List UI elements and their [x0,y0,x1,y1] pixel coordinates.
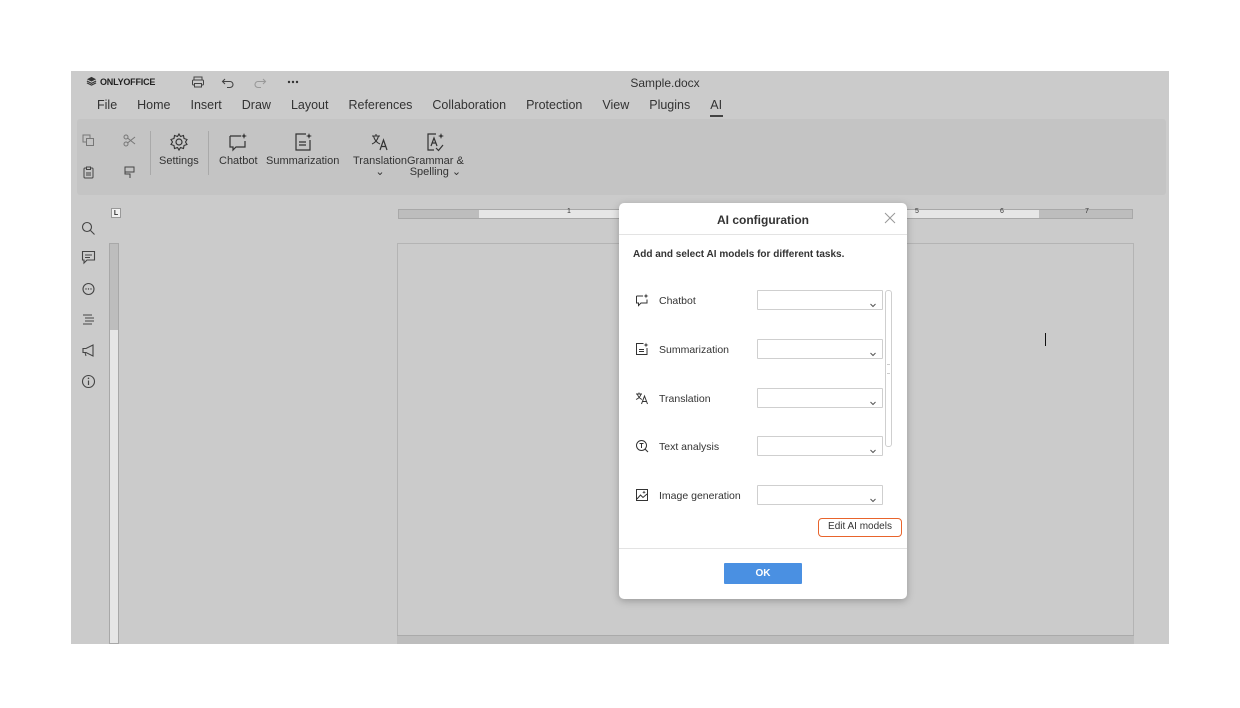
document-title: Sample.docx [630,76,700,90]
model-row-chatbot: Chatbot [633,290,889,312]
model-row-translation: Translation [633,388,889,410]
tab-stop-selector[interactable]: L [111,208,121,218]
text-cursor [1045,333,1046,346]
edit-ai-models-button[interactable]: Edit AI models [818,518,902,537]
model-row-summarization: Summarization [633,339,889,361]
tab-layout[interactable]: Layout [281,98,339,112]
tab-home[interactable]: Home [127,98,180,112]
search-icon[interactable] [80,220,96,236]
settings-button[interactable]: Settings [159,131,199,167]
row-label: Chatbot [659,295,696,307]
ai-configuration-dialog: AI configuration Add and select AI model… [619,203,907,599]
summarization-icon [635,342,649,356]
ruler-number: 5 [915,208,919,215]
text-analysis-icon [635,439,649,453]
tab-file[interactable]: File [87,98,127,112]
tab-protection[interactable]: Protection [516,98,592,112]
ruler-margin [110,244,118,330]
tab-view[interactable]: View [592,98,639,112]
tab-collaboration[interactable]: Collaboration [422,98,516,112]
chevron-down-icon [869,442,877,454]
chatbot-model-select[interactable] [757,290,883,310]
dialog-description: Add and select AI models for different t… [633,249,845,260]
dialog-title: AI configuration [717,213,809,227]
dialog-header: AI configuration [619,203,907,235]
ribbon-separator [150,131,151,175]
tab-plugins[interactable]: Plugins [639,98,700,112]
chatbot-icon [227,131,249,153]
chevron-down-icon [869,345,877,357]
grammar-label-line2: Spelling ⌄ [409,166,462,178]
dialog-footer-divider [619,548,907,549]
cut-icon[interactable] [121,132,137,148]
model-row-text-analysis: Text analysis [633,436,889,458]
translation-model-select[interactable] [757,388,883,408]
row-label: Text analysis [659,441,720,453]
summarization-model-select[interactable] [757,339,883,359]
ruler-number: 6 [1000,208,1004,215]
summarization-button[interactable]: Summarization [266,131,339,167]
title-bar: ONLYOFFICE Sample.docx [71,71,1169,93]
scrollbar-grip[interactable] [887,364,890,374]
ok-button[interactable]: OK [724,563,802,584]
chat-icon[interactable] [80,281,96,297]
paste-icon[interactable] [80,164,96,180]
navigation-icon[interactable] [80,311,96,327]
chevron-down-icon [869,296,877,308]
settings-label: Settings [159,155,199,167]
tab-draw[interactable]: Draw [232,98,281,112]
ruler-number: 7 [1085,208,1089,215]
feedback-icon[interactable] [80,342,96,358]
comments-icon[interactable] [80,249,96,265]
ruler-number: 1 [567,208,571,215]
translation-icon [369,131,391,153]
chatbot-label: Chatbot [219,155,258,167]
image-generation-model-select[interactable] [757,485,883,505]
row-label: Image generation [659,490,741,502]
tab-stop-label: L [113,209,119,217]
summarization-label: Summarization [266,155,340,167]
about-icon[interactable] [80,373,96,389]
dialog-scrollbar[interactable] [885,290,892,447]
chatbot-icon [635,293,649,307]
copy-icon[interactable] [80,132,96,148]
ribbon-toolbar: Settings Chatbot Summarization Translati… [77,119,1166,195]
chevron-down-icon [869,491,877,503]
row-label: Summarization [659,344,730,356]
text-analysis-model-select[interactable] [757,436,883,456]
translation-button[interactable]: Translation ⌄ [353,131,407,178]
page-gap [397,635,1134,644]
tab-ai[interactable]: AI [700,98,732,117]
gear-icon [168,131,190,153]
chatbot-button[interactable]: Chatbot [219,131,258,167]
tab-references[interactable]: References [338,98,422,112]
image-generation-icon [635,488,649,502]
vertical-ruler[interactable] [109,243,119,644]
ribbon-separator [208,131,209,175]
close-icon[interactable] [883,211,897,225]
summarization-icon [292,131,314,153]
grammar-spelling-button[interactable]: Grammar & Spelling ⌄ [407,131,464,178]
translation-dropdown-icon[interactable]: ⌄ [375,167,384,178]
chevron-down-icon [869,394,877,406]
row-label: Translation [659,393,711,405]
translation-icon [635,391,649,405]
format-painter-icon[interactable] [121,164,137,180]
tab-insert[interactable]: Insert [181,98,232,112]
model-row-image-generation: Image generation [633,485,889,507]
grammar-spelling-icon [424,131,446,153]
menu-tabs: File Home Insert Draw Layout References … [87,98,732,117]
